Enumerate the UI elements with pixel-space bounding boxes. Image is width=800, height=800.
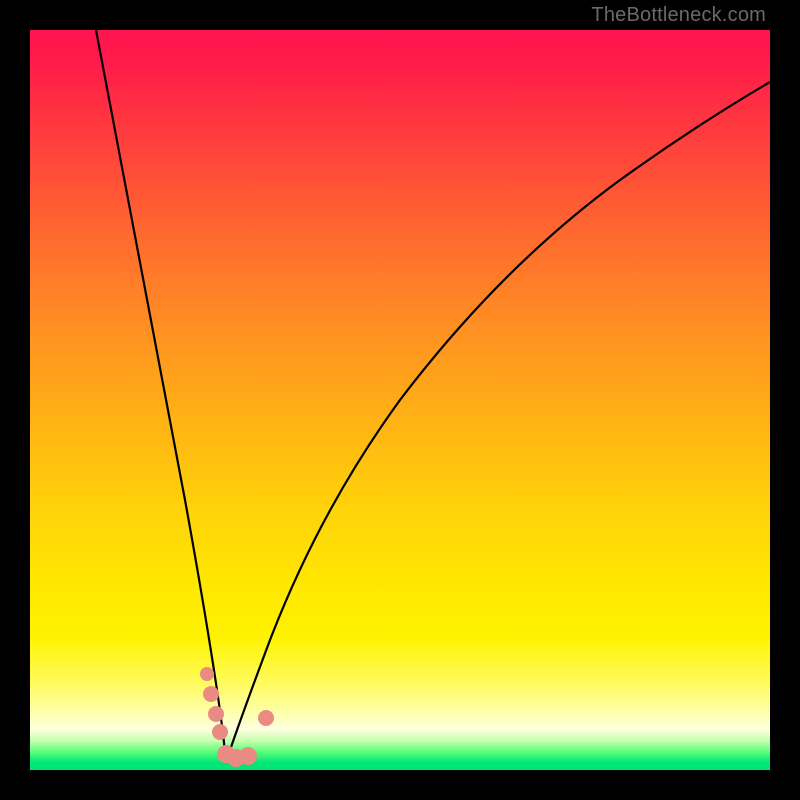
chart-frame: TheBottleneck.com [0,0,800,800]
curve-right-branch [226,82,770,762]
curve-left-branch [96,30,226,762]
watermark-text: TheBottleneck.com [591,4,766,27]
plot-area [30,30,770,770]
bottleneck-curve-svg [30,30,770,770]
min-marker-cluster [200,667,274,767]
